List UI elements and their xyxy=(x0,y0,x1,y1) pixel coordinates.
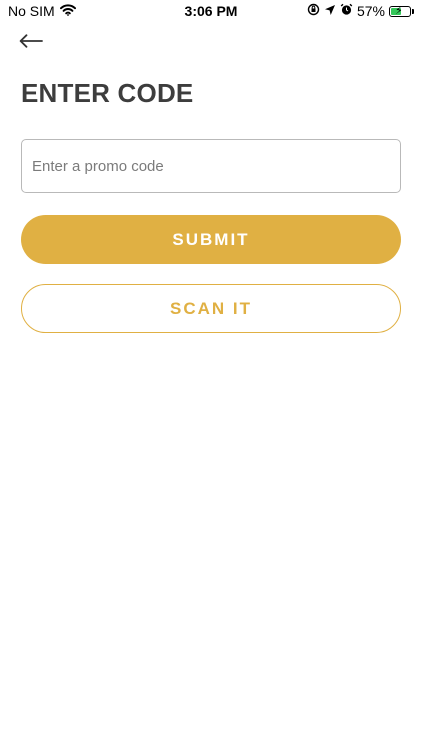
scan-it-button[interactable]: SCAN IT xyxy=(21,284,401,333)
status-bar: No SIM 3:06 PM 57% ⚡ xyxy=(0,0,422,24)
battery-percent: 57% xyxy=(356,3,385,19)
back-button[interactable] xyxy=(16,30,46,56)
page-title: ENTER CODE xyxy=(21,78,194,108)
submit-button[interactable]: SUBMIT xyxy=(21,215,401,264)
promo-code-input[interactable] xyxy=(21,139,401,193)
location-arrow-icon xyxy=(324,3,336,19)
battery-icon: ⚡ xyxy=(389,4,411,17)
status-right: 57% ⚡ xyxy=(307,3,414,19)
screen: No SIM 3:06 PM 57% ⚡ ENTER CODE Enter a … xyxy=(0,0,422,750)
orientation-lock-icon xyxy=(307,3,320,19)
battery-tip xyxy=(412,8,414,14)
arrow-left-icon xyxy=(19,33,43,53)
alarm-icon xyxy=(340,3,353,19)
charging-bolt-icon: ⚡ xyxy=(395,4,403,17)
